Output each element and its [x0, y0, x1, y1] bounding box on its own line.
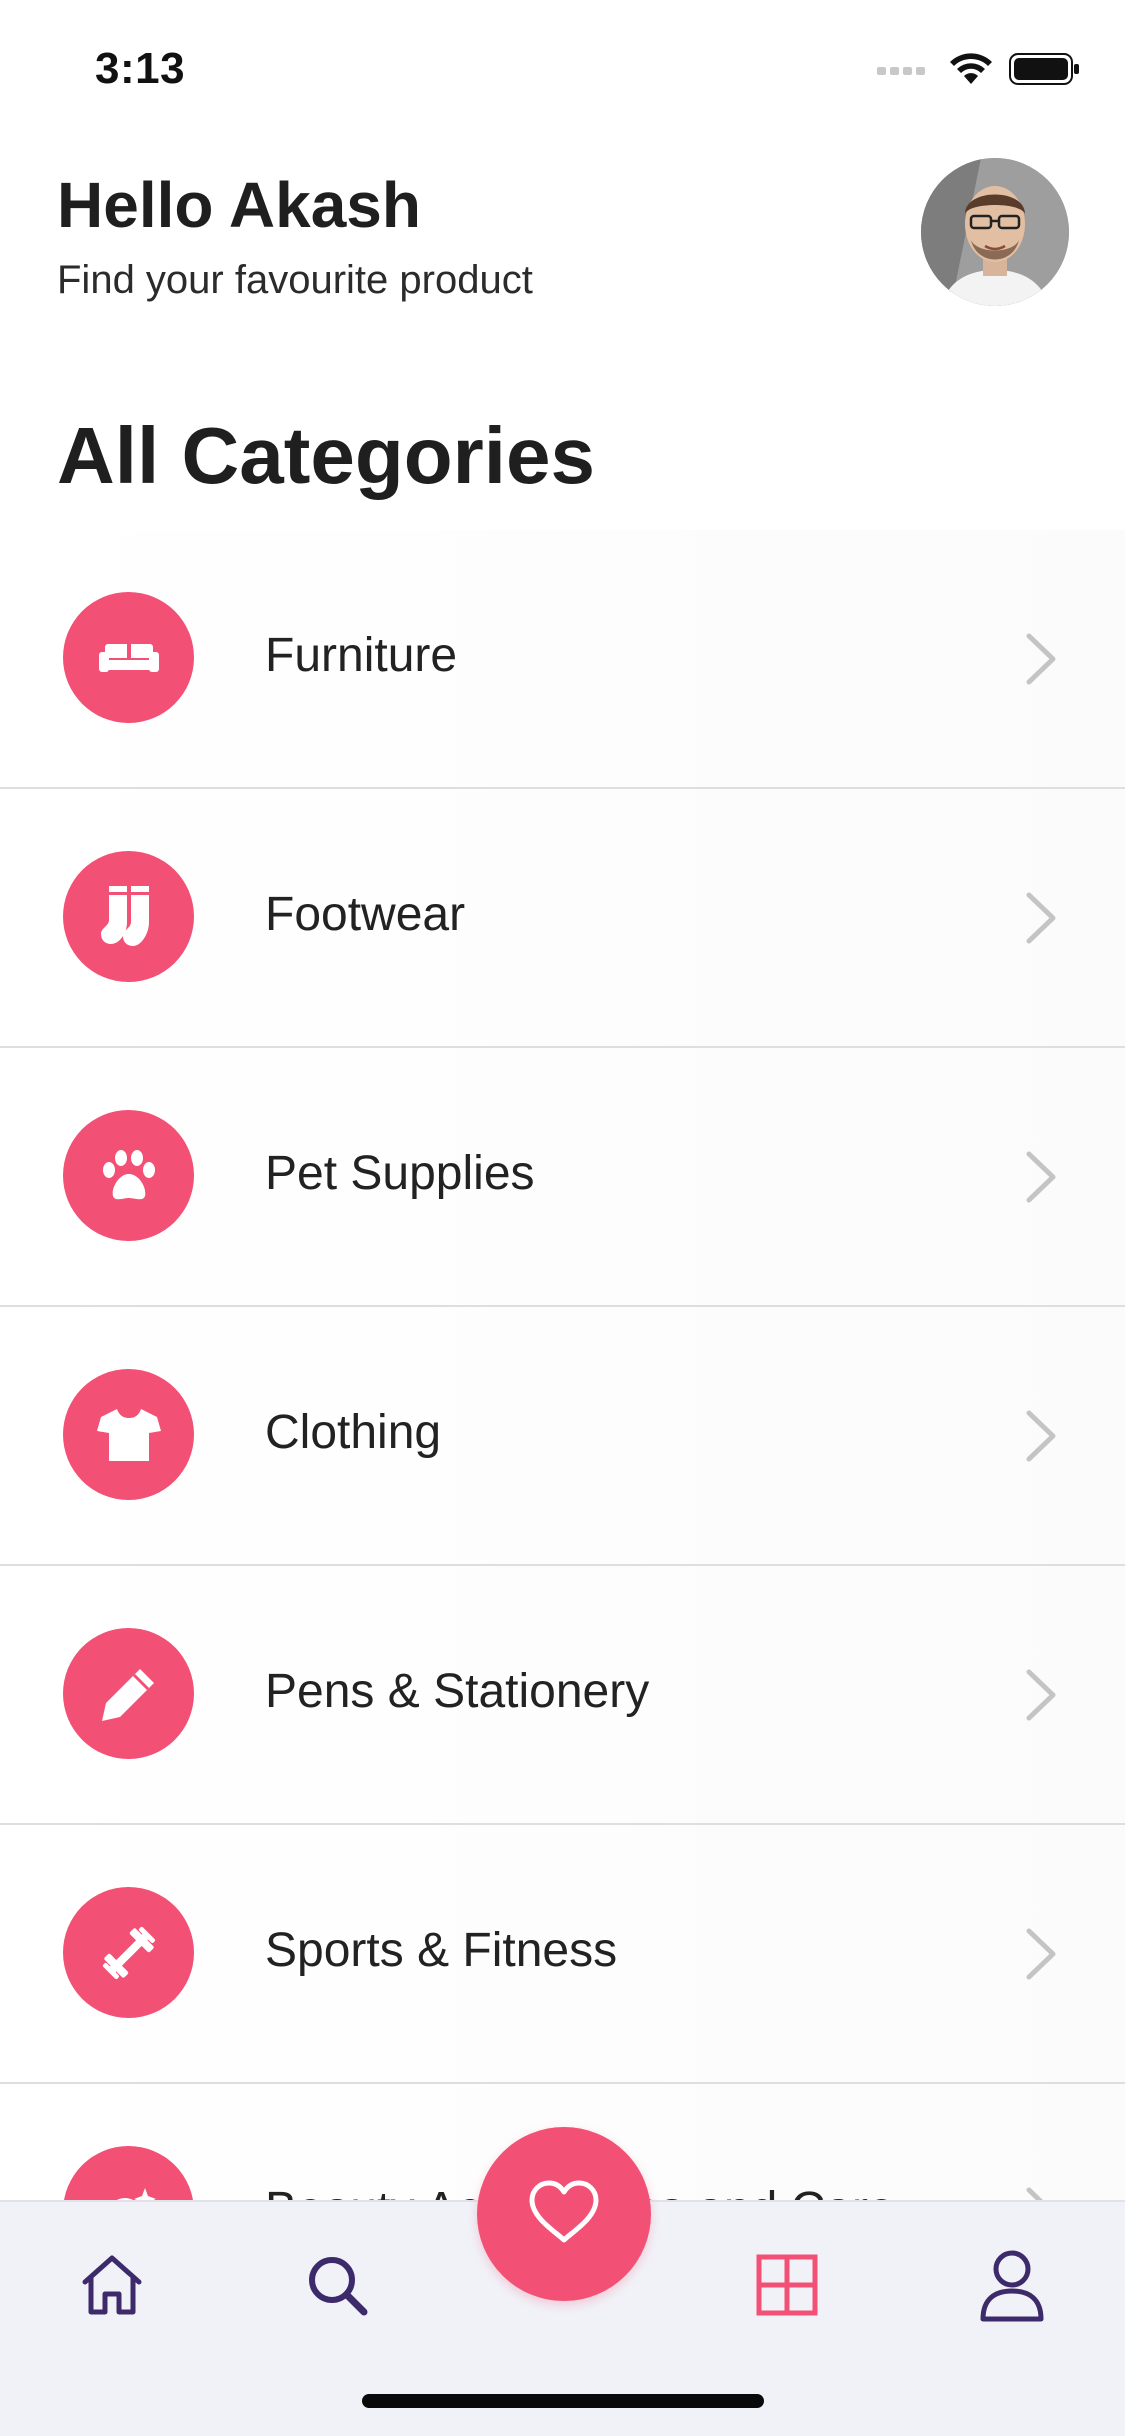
category-row-footwear[interactable]: Footwear [0, 789, 1125, 1048]
status-indicators [877, 52, 1081, 91]
user-icon [977, 2247, 1047, 2328]
category-list: Furniture Footwear Pet Supplies Clothing… [0, 530, 1125, 2343]
sofa-icon [63, 592, 194, 723]
search-icon [302, 2250, 372, 2325]
category-label: Pens & Stationery [265, 1665, 650, 1718]
tab-home[interactable] [67, 2242, 157, 2332]
category-row-furniture[interactable]: Furniture [0, 530, 1125, 789]
chevron-right-icon [1023, 891, 1059, 950]
avatar[interactable] [921, 158, 1069, 306]
chevron-right-icon [1023, 1150, 1059, 1209]
category-row-sports-fitness[interactable]: Sports & Fitness [0, 1825, 1125, 2084]
category-row-pet-supplies[interactable]: Pet Supplies [0, 1048, 1125, 1307]
favourites-button[interactable] [477, 2127, 651, 2301]
battery-icon [1009, 52, 1081, 91]
tab-profile[interactable] [967, 2242, 1057, 2332]
tshirt-icon [63, 1369, 194, 1500]
chevron-right-icon [1023, 632, 1059, 691]
home-icon [77, 2250, 147, 2325]
chevron-right-icon [1023, 1927, 1059, 1986]
category-row-clothing[interactable]: Clothing [0, 1307, 1125, 1566]
home-indicator [362, 2394, 764, 2408]
greeting: Hello Akash [57, 169, 421, 241]
tab-search[interactable] [292, 2242, 382, 2332]
header: Hello Akash Find your favourite product [57, 158, 1077, 320]
category-label: Footwear [265, 888, 466, 941]
category-row-pens-stationery[interactable]: Pens & Stationery [0, 1566, 1125, 1825]
heart-icon [526, 2178, 602, 2251]
page-title: All Categories [57, 411, 595, 500]
category-label: Sports & Fitness [265, 1924, 618, 1977]
chevron-right-icon [1023, 1668, 1059, 1727]
paw-icon [63, 1110, 194, 1241]
chevron-right-icon [1023, 1409, 1059, 1468]
dumbbell-icon [63, 1887, 194, 2018]
cellular-signal-icon [877, 61, 933, 82]
pencil-icon [63, 1628, 194, 1759]
wifi-icon [949, 52, 993, 91]
category-label: Pet Supplies [265, 1147, 535, 1200]
socks-icon [63, 851, 194, 982]
category-label: Clothing [265, 1406, 442, 1459]
category-label: Furniture [265, 629, 458, 682]
tab-categories[interactable] [742, 2242, 832, 2332]
header-subtitle: Find your favourite product [57, 258, 533, 302]
status-time: 3:13 [95, 44, 186, 93]
grid-icon [756, 2254, 818, 2321]
status-bar: 3:13 [0, 0, 1125, 132]
